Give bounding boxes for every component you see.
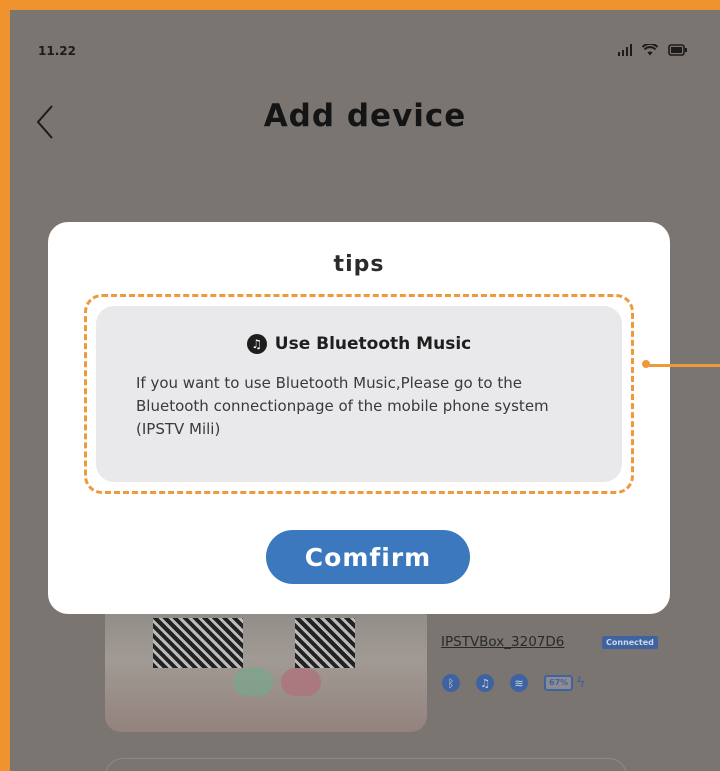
signal-icon (618, 44, 632, 56)
battery-icon: 67% (544, 675, 574, 691)
device-card-next[interactable] (105, 758, 627, 771)
device-status-icons: ᛒ ♫ ≋ 67% ϟ (442, 674, 585, 692)
confirm-button[interactable]: Comfirm (266, 530, 470, 584)
device-light (233, 668, 273, 696)
tips-dialog: tips ♫ Use Bluetooth Music If you want t… (48, 222, 670, 614)
battery-icon (668, 44, 688, 56)
bluetooth-icon: ᛒ (442, 674, 460, 692)
status-badge: Connected (602, 636, 658, 649)
music-icon: ♫ (476, 674, 494, 692)
wifi-icon (642, 44, 658, 56)
wifi-icon: ≋ (510, 674, 528, 692)
charging-icon: ϟ (576, 675, 586, 691)
status-icons (618, 44, 688, 56)
status-time: 11.22 (38, 44, 76, 58)
highlight-frame (84, 294, 634, 494)
device-name[interactable]: IPSTVBox_3207D6 (441, 634, 564, 650)
page-title: Add device (263, 98, 467, 134)
device-battery: 67% ϟ (544, 675, 585, 691)
qr-code-image (153, 618, 243, 668)
dialog-title: tips (333, 252, 385, 277)
device-photo (105, 610, 427, 732)
device-light (281, 668, 321, 696)
qr-code-image (295, 618, 355, 668)
callout-line (648, 364, 720, 367)
